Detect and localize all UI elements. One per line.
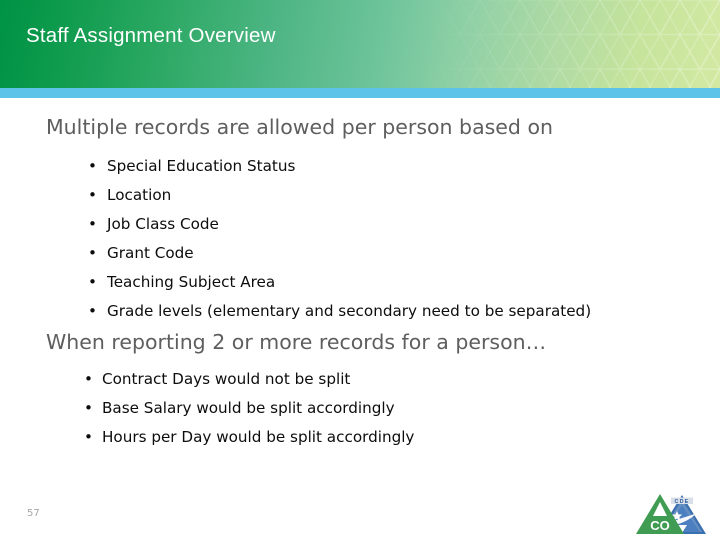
list-item: • Grant Code: [88, 239, 591, 268]
bullet-marker-icon: •: [88, 186, 97, 204]
bullet-marker-icon: •: [84, 370, 93, 388]
logo-group-icon: CDE CO: [636, 494, 706, 534]
header-accent-strip: [0, 88, 720, 98]
list-item-label: Grant Code: [107, 244, 194, 262]
bullet-marker-icon: •: [88, 157, 97, 175]
bullet-marker-icon: •: [88, 244, 97, 262]
bullet-list-1: • Special Education Status • Location • …: [88, 152, 591, 326]
list-item-label: Base Salary would be split accordingly: [102, 399, 395, 417]
triangle-lattice-pattern: [420, 0, 720, 88]
bullet-marker-icon: •: [88, 302, 97, 320]
list-item-label: Location: [107, 186, 172, 204]
list-item-label: Grade levels (elementary and secondary n…: [107, 302, 592, 320]
list-item: • Grade levels (elementary and secondary…: [88, 297, 591, 326]
bullet-marker-icon: •: [84, 399, 93, 417]
page-number: 57: [27, 508, 40, 519]
list-item: • Hours per Day would be split according…: [84, 423, 414, 452]
slide-header-banner: Staff Assignment Overview: [0, 0, 720, 88]
list-item-label: Teaching Subject Area: [107, 273, 276, 291]
slide: Staff Assignment Overview Multiple recor…: [0, 0, 720, 540]
list-item: • Special Education Status: [88, 152, 591, 181]
bullet-marker-icon: •: [84, 428, 93, 446]
list-item: • Base Salary would be split accordingly: [84, 394, 414, 423]
list-item-label: Hours per Day would be split accordingly: [102, 428, 415, 446]
co-wordmark: CO: [650, 518, 670, 533]
list-item-label: Contract Days would not be split: [102, 370, 351, 388]
bullet-list-2: • Contract Days would not be split • Bas…: [84, 365, 414, 452]
list-item: • Location: [88, 181, 591, 210]
bullet-marker-icon: •: [88, 273, 97, 291]
list-item: • Job Class Code: [88, 210, 591, 239]
list-item: • Contract Days would not be split: [84, 365, 414, 394]
section-heading-2: When reporting 2 or more records for a p…: [46, 330, 547, 354]
list-item-label: Special Education Status: [107, 157, 296, 175]
bullet-marker-icon: •: [88, 215, 97, 233]
section-heading-1: Multiple records are allowed per person …: [46, 115, 553, 139]
footer-logos: CDE CO: [636, 492, 708, 536]
page-title: Staff Assignment Overview: [26, 24, 276, 47]
list-item: • Teaching Subject Area: [88, 268, 591, 297]
list-item-label: Job Class Code: [107, 215, 219, 233]
svg-text:CDE: CDE: [675, 499, 690, 505]
